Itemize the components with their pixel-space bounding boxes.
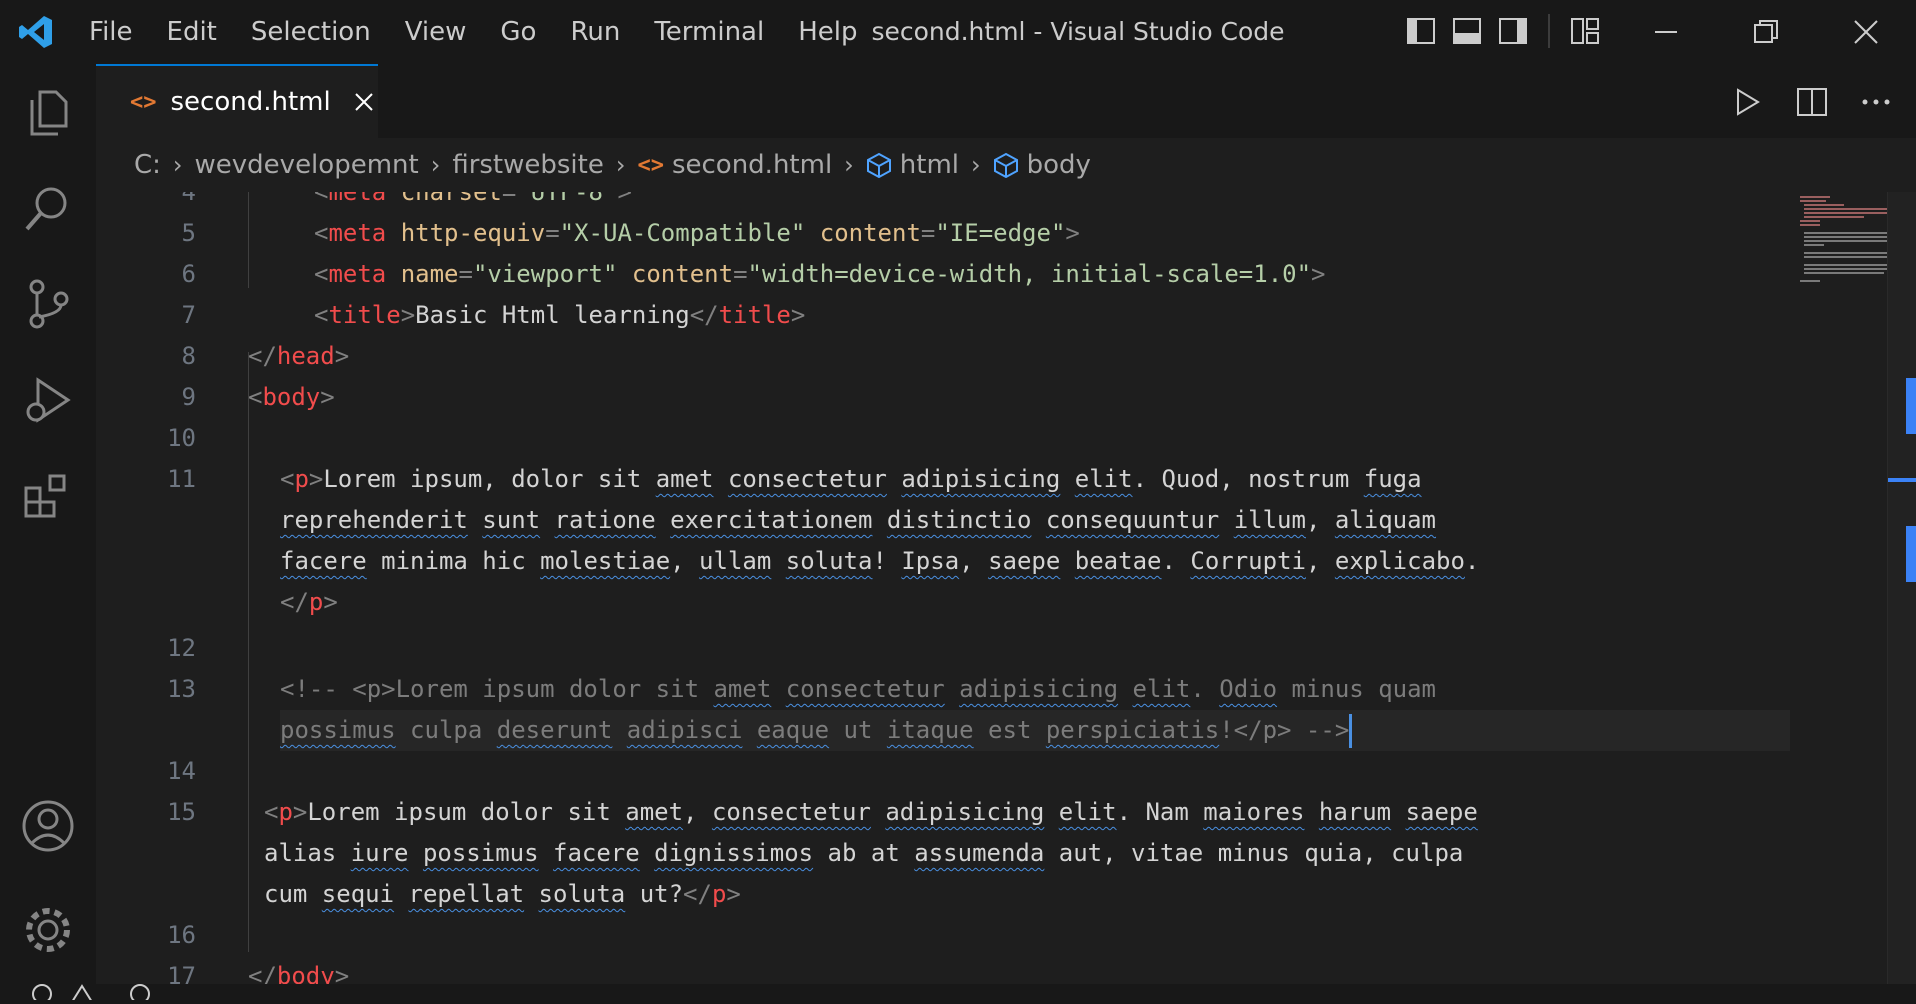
editor-actions: [1728, 82, 1896, 122]
menu-bar: File Edit Selection View Go Run Terminal…: [72, 0, 875, 64]
more-actions-icon[interactable]: [1856, 82, 1896, 122]
editor-tabs: <> second.html: [96, 64, 1916, 138]
toggle-primary-sidebar-icon[interactable]: [1404, 14, 1438, 48]
menu-edit[interactable]: Edit: [150, 0, 234, 64]
breadcrumb-symbol-html-label: html: [899, 150, 960, 180]
code-line-11: <p>Lorem ipsum, dolor sit amet consectet…: [280, 465, 1422, 493]
code-line-4: <meta charset="UTF-8">: [314, 192, 632, 206]
code-line-11-wrap-1: reprehenderit sunt ratione exercitatione…: [280, 506, 1437, 534]
activity-bar: [0, 64, 96, 984]
line-number: 14: [167, 757, 196, 785]
menu-view[interactable]: View: [388, 0, 484, 64]
breadcrumb-file-label: second.html: [671, 150, 833, 180]
symbol-element-icon: [866, 152, 891, 178]
status-bar: [0, 984, 1916, 1004]
tab-label: second.html: [170, 87, 331, 117]
html-file-icon: <>: [637, 152, 664, 178]
close-tab-icon[interactable]: [351, 87, 378, 117]
code-editor[interactable]: 4 5 6 7 8 9 10 11 12 13 14 15 16 17 <met…: [96, 192, 1916, 984]
menu-terminal[interactable]: Terminal: [637, 0, 781, 64]
manage-gear-icon[interactable]: [0, 882, 96, 978]
tab-second-html[interactable]: <> second.html: [96, 64, 378, 138]
code-line-5: <meta http-equiv="X-UA-Compatible" conte…: [314, 219, 1080, 247]
menu-file[interactable]: File: [72, 0, 150, 64]
customize-layout-icon[interactable]: [1568, 14, 1602, 48]
code-line-9: <body>: [248, 383, 335, 411]
line-number: 12: [167, 634, 196, 662]
code-line-8: </head>: [248, 342, 350, 370]
menu-go[interactable]: Go: [483, 0, 553, 64]
line-number: 4: [181, 192, 196, 206]
menu-selection[interactable]: Selection: [234, 0, 388, 64]
line-number: 8: [181, 342, 196, 370]
code-line-11-wrap-2: facere minima hic molestiae, ullam solut…: [280, 547, 1480, 575]
code-line-6: <meta name="viewport" content="width=dev…: [314, 260, 1326, 288]
code-line-17: </body>: [248, 962, 350, 984]
breadcrumb-symbol-body[interactable]: body: [993, 150, 1091, 180]
code-line-7: <title>Basic Html learning</title>: [314, 301, 806, 329]
run-and-debug-icon[interactable]: [0, 352, 96, 448]
text-cursor: [1349, 714, 1353, 748]
vertical-scrollbar[interactable]: [1887, 192, 1916, 984]
breadcrumb: C: › wevdevelopemnt › firstwebsite › <> …: [96, 138, 1916, 192]
chevron-right-icon: ›: [615, 151, 626, 179]
scrollbar-cursor-marker: [1888, 478, 1916, 482]
line-number: 11: [167, 465, 196, 493]
scrollbar-marker: [1906, 526, 1916, 582]
code-line-15: <p>Lorem ipsum dolor sit amet, consectet…: [264, 798, 1478, 826]
code-line-13: <!-- <p>Lorem ipsum dolor sit amet conse…: [280, 675, 1436, 703]
layout-controls: [1404, 14, 1602, 48]
indent-guide: [248, 352, 249, 952]
menu-help[interactable]: Help: [781, 0, 874, 64]
code-line-15-wrap-2: cum sequi repellat soluta ut?</p>: [264, 880, 741, 908]
line-number: 5: [181, 219, 196, 247]
code-line-13-wrap-1: possimus culpa deserunt adipisci eaque u…: [280, 710, 1353, 751]
line-number: 9: [181, 383, 196, 411]
menu-run[interactable]: Run: [553, 0, 637, 64]
code-line-15-wrap-1: alias iure possimus facere dignissimos a…: [264, 839, 1464, 867]
layout-separator: [1548, 14, 1550, 48]
breadcrumb-file[interactable]: <> second.html: [637, 150, 832, 180]
extensions-icon[interactable]: [0, 448, 96, 544]
source-control-icon[interactable]: [0, 256, 96, 352]
scrollbar-marker: [1906, 378, 1916, 434]
explorer-icon[interactable]: [0, 64, 96, 160]
indent-guide: [248, 192, 249, 288]
toggle-panel-icon[interactable]: [1450, 14, 1484, 48]
line-number: 13: [167, 675, 196, 703]
line-number: 16: [167, 921, 196, 949]
breadcrumb-symbol-html[interactable]: html: [866, 150, 959, 180]
breadcrumb-folder-firstwebsite[interactable]: firstwebsite: [452, 150, 604, 180]
code-line-11-wrap-3: </p>: [280, 588, 338, 616]
title-bar: File Edit Selection View Go Run Terminal…: [0, 0, 1916, 64]
html-file-icon: <>: [130, 89, 157, 115]
search-icon[interactable]: [0, 160, 96, 256]
line-number: 15: [167, 798, 196, 826]
line-number: 6: [181, 260, 196, 288]
close-window-icon[interactable]: [1816, 0, 1916, 64]
split-editor-icon[interactable]: [1792, 82, 1832, 122]
breadcrumb-folder-wevdevelopemnt[interactable]: wevdevelopemnt: [195, 150, 419, 180]
line-number: 10: [167, 424, 196, 452]
restore-icon[interactable]: [1716, 0, 1816, 64]
accounts-icon[interactable]: [0, 778, 96, 874]
line-number: 17: [167, 962, 196, 984]
chevron-right-icon: ›: [430, 151, 441, 179]
toggle-secondary-sidebar-icon[interactable]: [1496, 14, 1530, 48]
chevron-right-icon: ›: [844, 151, 854, 179]
window-controls: [1616, 0, 1916, 64]
problems-status-icon[interactable]: [30, 984, 160, 1004]
breadcrumb-symbol-body-label: body: [1026, 150, 1091, 180]
chevron-right-icon: ›: [971, 151, 981, 179]
line-number: 7: [181, 301, 196, 329]
run-icon[interactable]: [1728, 82, 1768, 122]
symbol-element-icon: [993, 152, 1018, 178]
breadcrumb-drive[interactable]: C:: [134, 150, 161, 180]
chevron-right-icon: ›: [172, 151, 183, 179]
minimize-icon[interactable]: [1616, 0, 1716, 64]
vscode-logo-icon: [0, 0, 72, 64]
